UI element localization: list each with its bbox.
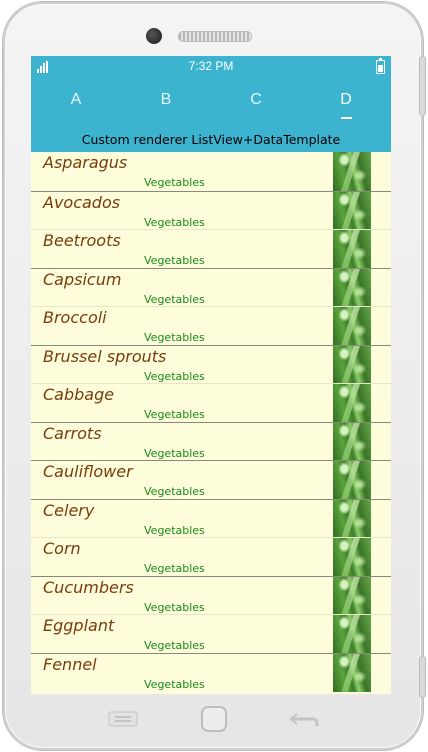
list-item[interactable]: Brussel sprouts Vegetables [31, 344, 391, 384]
status-bar: 7:32 PM [31, 56, 391, 78]
list-item[interactable]: Celery Vegetables [31, 498, 391, 538]
list-item[interactable]: Cabbage Vegetables [31, 383, 391, 423]
page-title: Custom renderer ListView+DataTemplate [31, 126, 391, 152]
list-item[interactable]: Cucumbers Vegetables [31, 575, 391, 615]
item-name: Cucumbers [43, 577, 134, 597]
vegetable-thumbnail-icon [333, 653, 371, 692]
vegetable-thumbnail-icon [333, 422, 371, 461]
list-item[interactable]: Fennel Vegetables [31, 652, 391, 692]
list-item[interactable]: Asparagus Vegetables [31, 152, 391, 191]
item-name: Brussel sprouts [43, 346, 167, 366]
item-name: Asparagus [43, 153, 128, 172]
vegetable-thumbnail-icon [333, 152, 371, 191]
screen: 7:32 PM A B C D Custom renderer ListView… [31, 56, 391, 694]
item-name: Eggplant [43, 616, 115, 635]
vegetable-thumbnail-icon [333, 615, 371, 654]
item-category: Vegetables [144, 523, 205, 537]
item-name: Carrots [43, 423, 102, 443]
item-category: Vegetables [144, 408, 205, 421]
tab-d[interactable]: D [301, 78, 391, 126]
list-item[interactable]: Capsicum Vegetables [31, 267, 391, 307]
item-category: Vegetables [144, 176, 205, 189]
list-item[interactable]: Eggplant Vegetables [31, 614, 391, 654]
vegetable-thumbnail-icon [333, 461, 371, 500]
item-category: Vegetables [144, 369, 205, 383]
item-name: Avocados [43, 192, 121, 212]
list-item[interactable]: Cauliflower Vegetables [31, 460, 391, 500]
vegetable-thumbnail-icon [333, 307, 371, 346]
list-item[interactable]: Beetroots Vegetables [31, 229, 391, 269]
item-category: Vegetables [144, 639, 205, 652]
speaker-grille [178, 31, 252, 42]
item-name: Cauliflower [43, 462, 133, 481]
list-item[interactable]: Corn Vegetables [31, 537, 391, 577]
tab-c[interactable]: C [211, 78, 301, 126]
item-name: Capsicum [43, 269, 122, 289]
menu-icon[interactable] [108, 711, 138, 727]
tab-bar: A B C D [31, 78, 391, 126]
status-time: 7:32 PM [188, 59, 234, 73]
list-item[interactable]: Avocados Vegetables [31, 190, 391, 230]
back-icon[interactable] [288, 710, 320, 728]
item-category: Vegetables [144, 254, 205, 267]
tab-b[interactable]: B [121, 78, 211, 126]
tab-label: A [70, 91, 82, 108]
tab-label: D [340, 91, 352, 108]
item-name: Broccoli [43, 308, 107, 327]
vegetable-thumbnail-icon [333, 230, 371, 269]
vegetable-thumbnail-icon [333, 576, 371, 615]
vegetable-thumbnail-icon [333, 268, 371, 307]
item-category: Vegetables [144, 562, 205, 575]
item-name: Corn [43, 539, 81, 558]
item-category: Vegetables [144, 215, 205, 229]
item-name: Fennel [43, 654, 97, 674]
item-category: Vegetables [144, 446, 205, 460]
tab-label: B [160, 91, 172, 108]
vegetable-thumbnail-icon [333, 345, 371, 384]
vegetable-thumbnail-icon [333, 499, 371, 538]
battery-icon [376, 58, 385, 74]
camera-icon [146, 28, 162, 44]
tab-a[interactable]: A [31, 78, 121, 126]
list-item[interactable]: Broccoli Vegetables [31, 306, 391, 346]
item-category: Vegetables [144, 331, 205, 344]
item-name: Celery [43, 500, 95, 520]
item-name: Cabbage [43, 385, 115, 404]
item-category: Vegetables [144, 677, 205, 691]
item-category: Vegetables [144, 600, 205, 614]
tab-label: C [250, 91, 262, 108]
vegetable-thumbnail-icon [333, 538, 371, 577]
power-button[interactable] [419, 656, 426, 698]
item-category: Vegetables [144, 485, 205, 498]
vegetable-thumbnail-icon [333, 191, 371, 230]
home-icon[interactable] [200, 705, 228, 733]
vegetable-thumbnail-icon [333, 384, 371, 423]
vegetable-list[interactable]: Asparagus Vegetables Avocados Vegetables Bee… [31, 152, 391, 694]
volume-button[interactable] [419, 56, 426, 116]
item-name: Beetroots [43, 231, 121, 250]
tab-active-indicator [341, 117, 352, 119]
item-category: Vegetables [144, 292, 205, 306]
list-item[interactable]: Carrots Vegetables [31, 421, 391, 461]
